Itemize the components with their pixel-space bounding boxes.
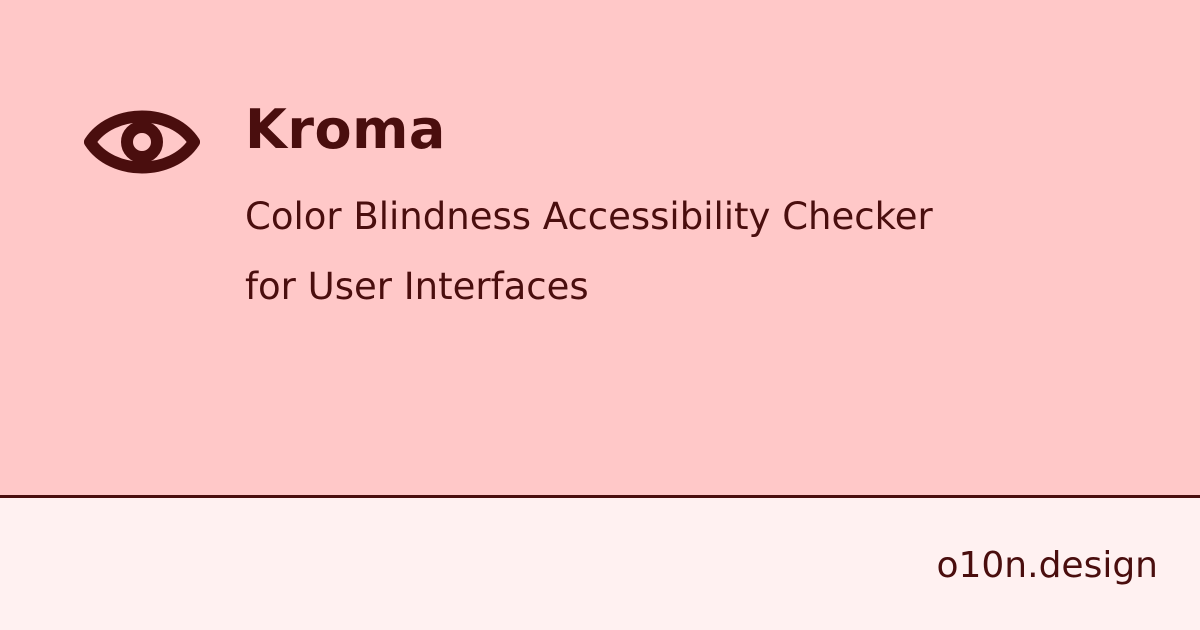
app-title: Kroma [245,98,446,161]
subtitle-line-1: Color Blindness Accessibility Checker [245,195,933,238]
subtitle-line-2: for User Interfaces [245,265,589,308]
app-subtitle: Color Blindness Accessibility Checker fo… [245,182,1145,322]
hero-panel: Kroma Color Blindness Accessibility Chec… [0,0,1200,495]
eye-icon [84,110,200,174]
site-domain: o10n.design [936,545,1158,586]
